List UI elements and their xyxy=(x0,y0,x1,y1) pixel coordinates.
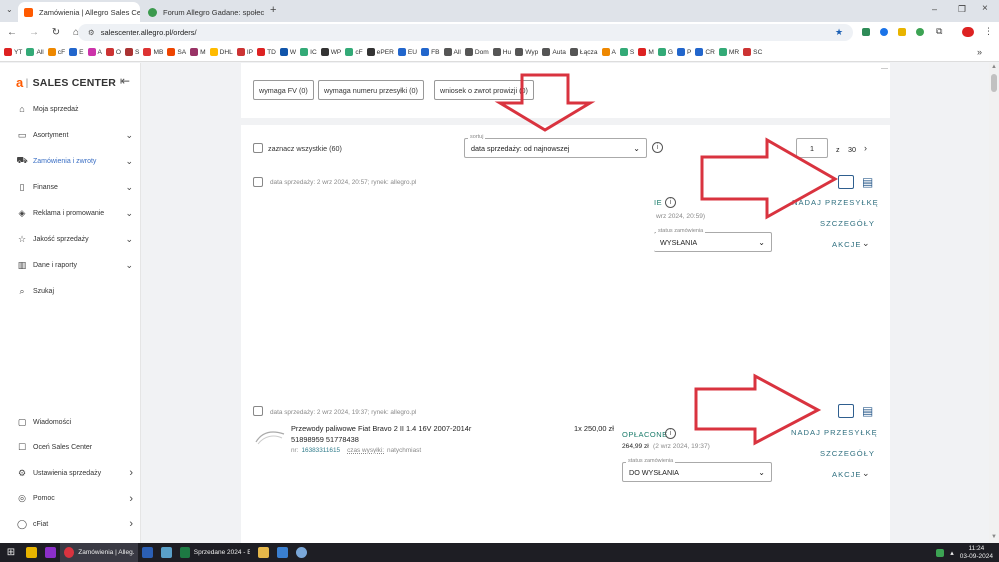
feedback-icon: ☐ xyxy=(17,442,27,452)
chevron-down-icon[interactable]: ⌄ xyxy=(125,130,133,141)
taskbar-excel[interactable]: Sprzedane 2024 - E... xyxy=(176,543,254,562)
chevron-right-icon[interactable]: › xyxy=(129,493,133,505)
annotation-overlay xyxy=(494,73,839,446)
user-icon: ◯ xyxy=(16,518,28,529)
sidebar-item-label: cFiat xyxy=(33,520,49,528)
chevron-down-icon[interactable]: ⌄ xyxy=(125,182,133,193)
taskbar-app[interactable] xyxy=(273,543,292,562)
sidebar-item-label: Reklama i promowanie xyxy=(33,209,105,217)
message-icon: ▢ xyxy=(17,416,27,427)
clock[interactable]: 11:24 03-09-2024 xyxy=(960,545,993,561)
sidebar-item[interactable]: ▭ Asortyment ⌄ xyxy=(0,125,141,145)
home-icon: ⌂ xyxy=(19,104,25,114)
taskbar-item-label: Sprzedane 2024 - E... xyxy=(193,549,250,556)
sidebar-item-label: Asortyment xyxy=(33,131,69,139)
tag-icon: ◈ xyxy=(18,207,26,218)
sidebar-item[interactable]: ◎ Pomoc › xyxy=(0,489,141,509)
sidebar-item[interactable]: ⌂ Moja sprzedaż xyxy=(0,99,141,119)
system-tray: ▴ 11:24 03-09-2024 xyxy=(936,545,999,561)
search-icon: ⌕ xyxy=(19,285,25,296)
taskbar-app[interactable] xyxy=(292,543,311,562)
sidebar-item-label: Wiadomości xyxy=(33,418,72,426)
sidebar-item[interactable]: ☐ Oceń Sales Center xyxy=(0,438,141,458)
chevron-right-icon[interactable]: › xyxy=(129,467,133,479)
chart-icon: ▥ xyxy=(17,259,27,270)
sidebar-item-label: Pomoc xyxy=(33,495,55,502)
app-icon xyxy=(296,547,307,558)
sidebar-item[interactable]: ▢ Wiadomości xyxy=(0,412,141,432)
taskbar-app[interactable] xyxy=(41,543,60,562)
taskbar-app[interactable] xyxy=(254,543,273,562)
chevron-down-icon[interactable]: ⌄ xyxy=(125,260,133,271)
start-button[interactable]: ⊞ xyxy=(0,543,22,562)
cart-icon: ⛟ xyxy=(16,155,28,165)
taskbar-chrome[interactable]: Zamówienia | Alleg... xyxy=(60,543,138,562)
help-icon: ◎ xyxy=(18,493,26,503)
sidebar-item[interactable]: ▯ Finanse ⌄ xyxy=(0,177,141,197)
sidebar-item[interactable]: ▥ Dane i raporty ⌄ xyxy=(0,255,141,275)
word-icon xyxy=(142,547,153,558)
sidebar-item[interactable]: ⚙ Ustawienia sprzedaży › xyxy=(0,463,141,483)
gear-icon: ⚙ xyxy=(17,467,27,478)
app-icon xyxy=(161,547,172,558)
sidebar-item-label: Ustawienia sprzedaży xyxy=(33,469,102,477)
taskbar-word[interactable] xyxy=(138,543,157,562)
app-icon xyxy=(277,547,288,558)
sidebar-item[interactable]: ⛟ Zamówienia i zwroty ⌄ xyxy=(0,151,141,171)
sidebar-item-label: Moja sprzedaż xyxy=(33,105,79,113)
network-icon[interactable]: ▴ xyxy=(950,549,954,557)
chevron-down-icon[interactable]: ⌄ xyxy=(125,208,133,219)
taskbar-explorer[interactable] xyxy=(22,543,41,562)
wallet-icon: ▯ xyxy=(19,181,25,192)
red-arrow-down-annotation xyxy=(494,73,596,132)
sidebar-item[interactable]: ◯ cFiat › xyxy=(0,514,141,534)
app-icon xyxy=(258,547,269,558)
red-arrow-right-annotation xyxy=(700,137,839,220)
red-arrow-right-annotation xyxy=(694,373,822,446)
excel-icon xyxy=(180,547,190,558)
taskbar-item-label: Zamówienia | Alleg... xyxy=(78,549,134,556)
chrome-icon xyxy=(64,547,75,558)
sidebar-item[interactable]: ◈ Reklama i promowanie ⌄ xyxy=(0,203,141,223)
sidebar-item-label: Oceń Sales Center xyxy=(33,444,93,451)
sidebar-item-label: Szukaj xyxy=(33,287,55,295)
app-icon xyxy=(45,547,56,558)
screen: ⌄ Zamówienia | Allegro Sales Cen × Forum… xyxy=(0,0,999,562)
folder-icon xyxy=(26,547,37,558)
star-icon: ☆ xyxy=(17,233,27,244)
chevron-down-icon[interactable]: ⌄ xyxy=(125,234,133,245)
tray-icon[interactable] xyxy=(936,548,945,557)
os-taskbar: ⊞ Zamówienia | Alleg... Sprzedane 2024 -… xyxy=(0,543,999,562)
clock-time: 11:24 xyxy=(968,544,985,552)
sidebar-item-label: Finanse xyxy=(33,183,58,191)
sidebar-item[interactable]: ☆ Jakość sprzedaży ⌄ xyxy=(0,229,141,249)
sidebar-item-label: Dane i raporty xyxy=(33,261,77,269)
box-icon: ▭ xyxy=(17,129,27,140)
clock-date: 03-09-2024 xyxy=(959,552,993,560)
sidebar-item-label: Jakość sprzedaży xyxy=(33,235,89,243)
chevron-down-icon[interactable]: ⌄ xyxy=(125,156,133,167)
chevron-right-icon[interactable]: › xyxy=(129,518,133,530)
taskbar-app[interactable] xyxy=(157,543,176,562)
sidebar-item[interactable]: ⌕ Szukaj xyxy=(0,281,141,301)
sidebar-item-label: Zamówienia i zwroty xyxy=(33,157,97,165)
